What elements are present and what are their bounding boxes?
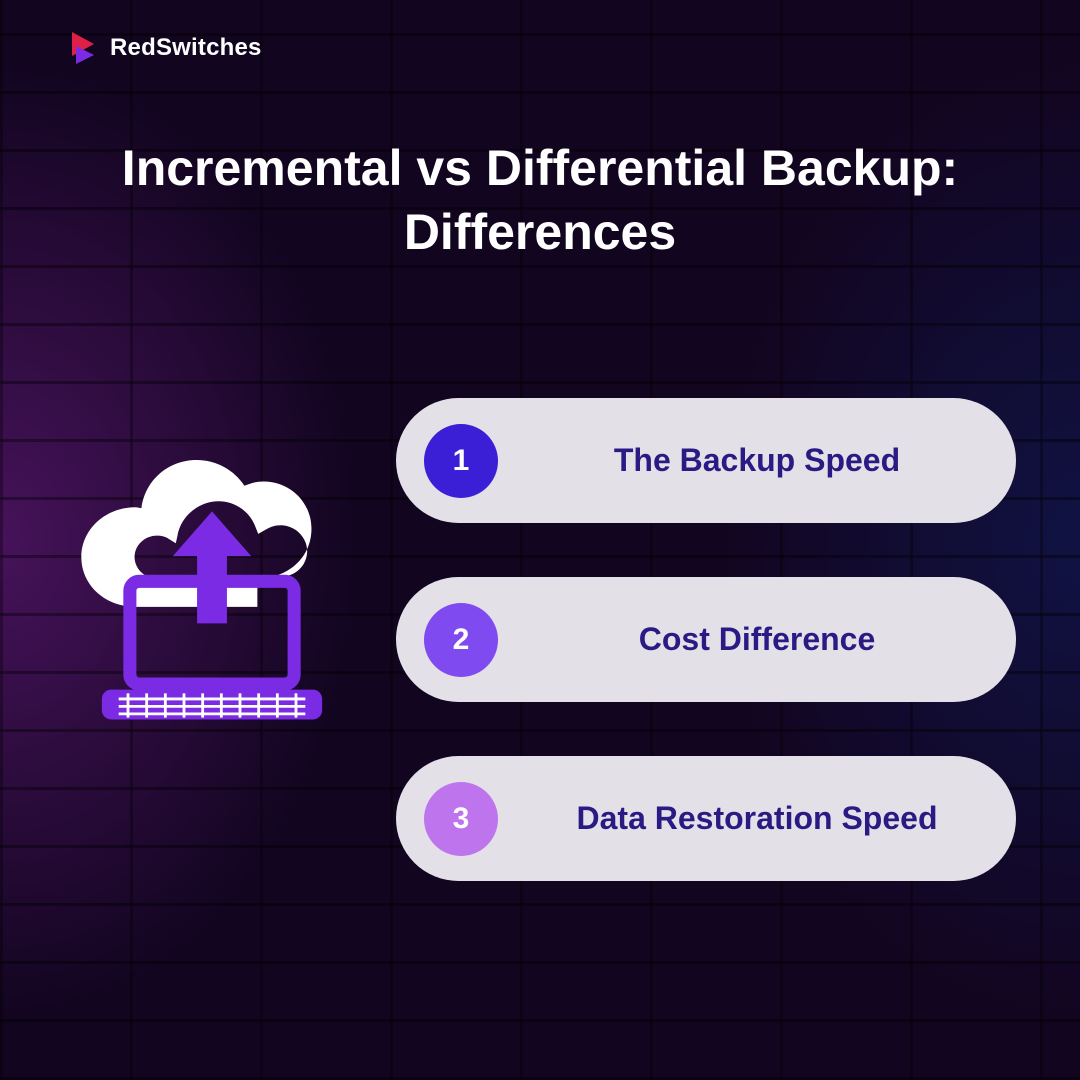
item-number-badge: 3 [424, 782, 498, 856]
item-label: Cost Difference [538, 621, 976, 658]
list-item: 1 The Backup Speed [396, 398, 1016, 523]
play-icon [68, 30, 98, 66]
item-number-badge: 2 [424, 603, 498, 677]
item-label: The Backup Speed [538, 442, 976, 479]
list-item: 2 Cost Difference [396, 577, 1016, 702]
page-title: Incremental vs Differential Backup: Diff… [80, 136, 1000, 264]
item-number-badge: 1 [424, 424, 498, 498]
brand-name: RedSwitches [110, 34, 262, 62]
brand-logo: RedSwitches [68, 30, 262, 66]
item-label: Data Restoration Speed [538, 800, 976, 837]
list-item: 3 Data Restoration Speed [396, 756, 1016, 881]
differences-list: 1 The Backup Speed 2 Cost Difference 3 D… [396, 398, 1016, 881]
cloud-upload-laptop-icon [72, 460, 352, 740]
